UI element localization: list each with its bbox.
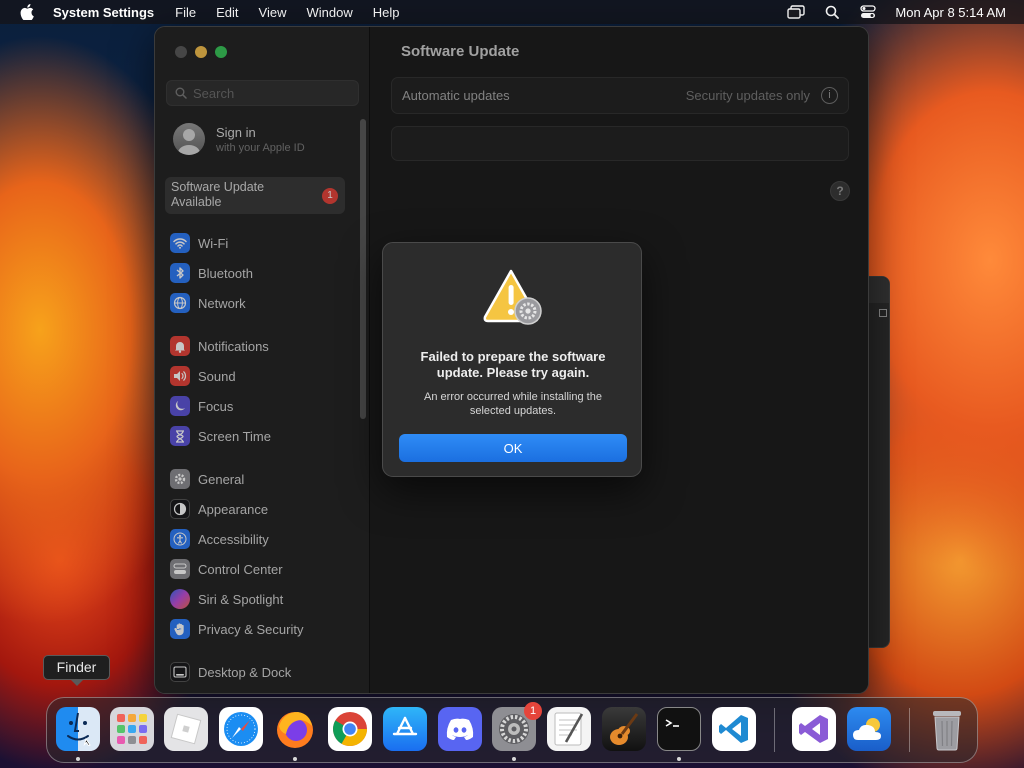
app-store-icon bbox=[392, 716, 418, 736]
dock-vscode[interactable] bbox=[712, 707, 756, 751]
menu-window[interactable]: Window bbox=[306, 5, 352, 20]
dock-firefox[interactable] bbox=[273, 707, 317, 751]
dock-terminal[interactable] bbox=[657, 707, 701, 751]
app-menu-system-settings[interactable]: System Settings bbox=[53, 5, 154, 20]
menu-bar-clock[interactable]: Mon Apr 8 5:14 AM bbox=[895, 5, 1006, 20]
dock-visual-studio[interactable] bbox=[792, 707, 836, 751]
apple-menu-icon[interactable] bbox=[17, 2, 37, 22]
dock-roblox[interactable] bbox=[164, 707, 208, 751]
alert-message: An error occurred while installing the s… bbox=[424, 391, 602, 417]
guitar-icon bbox=[610, 713, 639, 745]
vscode-icon bbox=[719, 715, 748, 743]
finder-icon bbox=[67, 712, 91, 747]
dock-textedit[interactable] bbox=[547, 707, 591, 751]
menu-help[interactable]: Help bbox=[373, 5, 400, 20]
dock-discord[interactable] bbox=[438, 707, 482, 751]
chrome-icon bbox=[333, 712, 367, 746]
dock-weather[interactable] bbox=[847, 707, 891, 751]
dock: 1 bbox=[46, 697, 978, 763]
dock-tooltip: Finder bbox=[43, 655, 110, 686]
trash-icon bbox=[933, 711, 961, 751]
weather-icon bbox=[853, 718, 881, 740]
dock-separator bbox=[774, 708, 775, 752]
spotlight-search-icon[interactable] bbox=[823, 4, 841, 20]
terminal-icon bbox=[665, 719, 679, 727]
dock-launchpad[interactable] bbox=[110, 707, 154, 751]
roblox-icon bbox=[170, 713, 202, 745]
menu-file[interactable]: File bbox=[175, 5, 196, 20]
background-window-control bbox=[879, 309, 887, 317]
firefox-icon bbox=[277, 712, 313, 748]
menu-bar: System Settings File Edit View Window He… bbox=[0, 0, 1024, 24]
system-settings-badge: 1 bbox=[524, 702, 542, 720]
system-settings-running-dot bbox=[512, 757, 516, 761]
terminal-running-dot bbox=[677, 757, 681, 761]
firefox-running-dot bbox=[293, 757, 297, 761]
launchpad-icon bbox=[117, 714, 147, 744]
dock-separator bbox=[909, 708, 910, 752]
visual-studio-icon bbox=[799, 715, 828, 743]
dock-trash[interactable] bbox=[925, 707, 969, 751]
dock-app-store[interactable] bbox=[383, 707, 427, 751]
warning-icon bbox=[481, 267, 545, 327]
safari-icon bbox=[224, 712, 258, 746]
dock-garageband[interactable] bbox=[602, 707, 646, 751]
alert-title: Failed to prepare the software update. P… bbox=[420, 349, 606, 380]
dock-chrome[interactable] bbox=[328, 707, 372, 751]
discord-icon bbox=[446, 718, 474, 740]
screen-mirroring-icon[interactable] bbox=[787, 4, 806, 20]
control-center-icon[interactable] bbox=[859, 4, 877, 20]
dock-safari[interactable] bbox=[219, 707, 263, 751]
textedit-icon bbox=[554, 712, 584, 746]
ok-button[interactable]: OK bbox=[399, 434, 627, 462]
menu-edit[interactable]: Edit bbox=[216, 5, 238, 20]
dock-system-settings[interactable]: 1 bbox=[492, 702, 542, 751]
dock-finder[interactable] bbox=[56, 707, 100, 751]
menu-view[interactable]: View bbox=[259, 5, 287, 20]
finder-running-dot bbox=[76, 757, 80, 761]
error-alert-dialog: Failed to prepare the software update. P… bbox=[382, 242, 642, 477]
